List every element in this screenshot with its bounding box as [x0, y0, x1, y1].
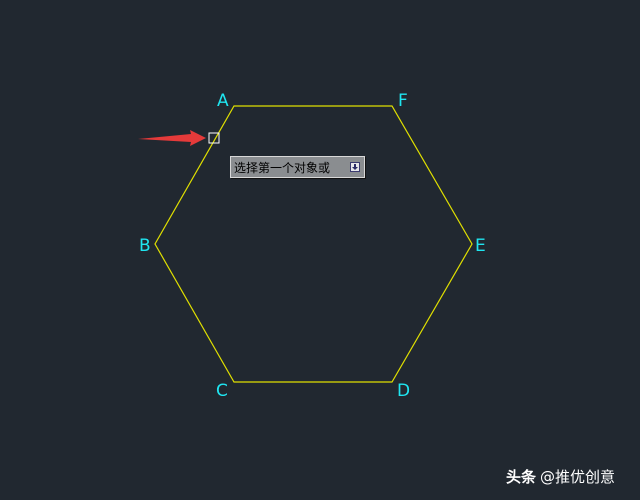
watermark-brand: 头条 — [506, 468, 537, 486]
drawing-canvas[interactable]: A B C D E F — [0, 0, 640, 500]
vertex-label-f: F — [398, 91, 408, 111]
hexagon[interactable] — [154, 105, 473, 383]
command-prompt-text: 选择第一个对象或 — [234, 160, 331, 175]
vertex-label-b: B — [139, 236, 151, 256]
dropdown-arrow-icon[interactable] — [350, 162, 360, 172]
watermark-handle: @推优创意 — [540, 468, 616, 486]
cad-drawing-viewport[interactable]: A B C D E F 选择第一个对象或 头条 @推优创意 — [0, 0, 640, 500]
vertex-label-e: E — [475, 236, 486, 256]
vertex-label-d: D — [397, 381, 410, 401]
command-prompt-tooltip[interactable]: 选择第一个对象或 — [230, 156, 365, 178]
vertex-label-a: A — [217, 91, 229, 111]
vertex-label-c: C — [216, 381, 228, 401]
red-arrow-icon — [138, 130, 206, 146]
watermark: 头条 @推优创意 — [506, 466, 615, 487]
